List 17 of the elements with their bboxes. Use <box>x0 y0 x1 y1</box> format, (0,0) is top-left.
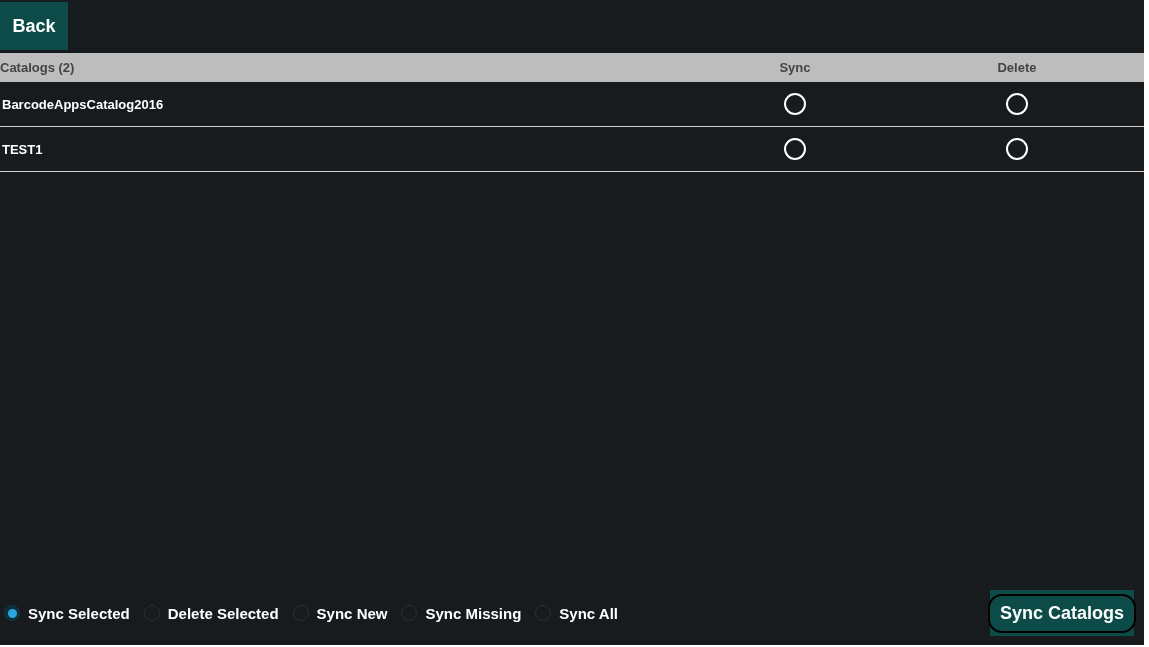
radio-label: Delete Selected <box>167 604 279 622</box>
catalog-name: TEST1 <box>1 141 44 157</box>
sync-radio[interactable] <box>784 138 806 160</box>
radio-label: Sync New <box>316 604 388 622</box>
sync-radio[interactable] <box>784 93 806 115</box>
delete-radio[interactable] <box>1006 93 1028 115</box>
radio-label: Sync Selected <box>28 604 130 622</box>
sync-catalogs-button[interactable]: Sync Catalogs <box>990 590 1134 636</box>
column-header: Sync <box>779 60 811 75</box>
back-button[interactable]: Back <box>0 2 68 50</box>
radio-button[interactable] <box>4 605 20 621</box>
radio-label: Sync All <box>559 604 618 622</box>
radio-label: Sync Missing <box>425 604 522 622</box>
delete-radio[interactable] <box>1006 138 1028 160</box>
column-header: Catalogs (2) <box>0 60 75 75</box>
catalog-name: BarcodeAppsCatalog2016 <box>1 96 165 112</box>
column-header: Delete <box>997 60 1037 75</box>
